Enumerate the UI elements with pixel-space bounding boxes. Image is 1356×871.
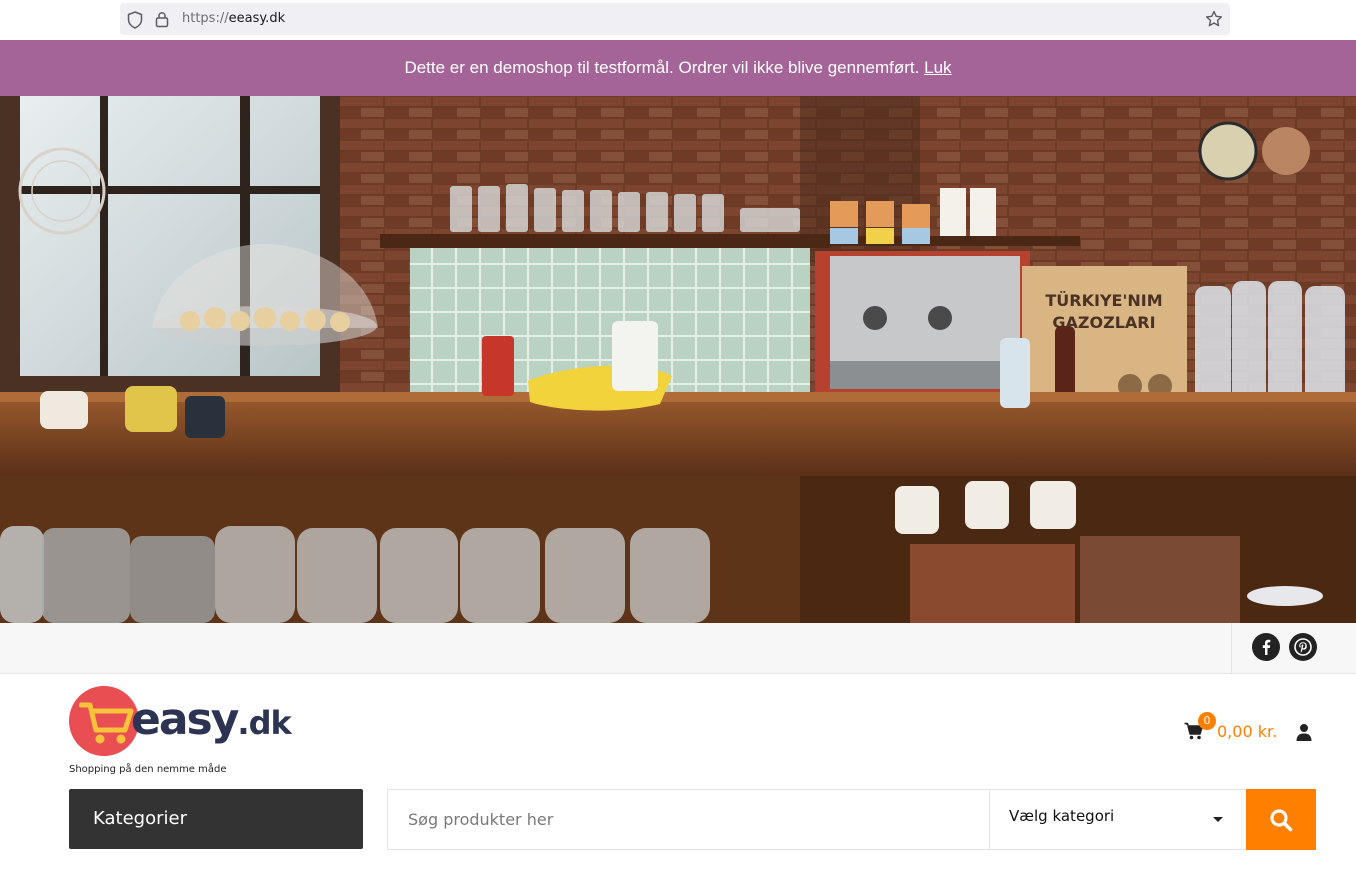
- url-text: https://eeasy.dk: [182, 11, 285, 26]
- shopping-cart-logo-icon: [79, 702, 134, 744]
- cart-total: 0,00 kr.: [1217, 722, 1278, 741]
- search-button[interactable]: [1246, 789, 1316, 850]
- pinterest-icon: [1294, 638, 1312, 656]
- url-protocol: https://: [182, 11, 229, 26]
- account-link[interactable]: [1295, 723, 1313, 745]
- category-select-label: Vælg kategori: [1009, 807, 1115, 825]
- cafe-counter-illustration: TÜRKIYE'NIM GAZOZLARI: [0, 96, 1356, 623]
- facebook-link[interactable]: [1252, 633, 1280, 661]
- category-select[interactable]: Vælg kategori: [989, 790, 1246, 849]
- bookmark-star-icon[interactable]: [1205, 10, 1223, 28]
- logo-main-text: easy: [131, 694, 239, 745]
- hero-banner-image: TÜRKIYE'NIM GAZOZLARI: [0, 96, 1356, 623]
- demo-store-notice: Dette er en demoshop til testformål. Ord…: [0, 40, 1356, 96]
- user-icon: [1296, 724, 1312, 741]
- dismiss-notice-link[interactable]: Luk: [924, 58, 951, 77]
- site-logo[interactable]: easy.dk Shopping på den nemme måde: [69, 686, 299, 778]
- chevron-down-icon: [1213, 817, 1223, 822]
- search-input[interactable]: [388, 790, 988, 849]
- pinterest-link[interactable]: [1289, 633, 1317, 661]
- logo-suffix-text: .dk: [237, 704, 291, 742]
- top-social-bar: [0, 623, 1356, 674]
- url-host: eeasy.dk: [228, 11, 286, 26]
- categories-button[interactable]: Kategorier: [69, 789, 363, 849]
- browser-toolbar: https://eeasy.dk: [0, 0, 1356, 41]
- notice-text: Dette er en demoshop til testformål. Ord…: [404, 58, 920, 77]
- topbar-divider: [1231, 623, 1232, 673]
- jar-label-line1: TÜRKIYE'NIM: [1045, 291, 1162, 310]
- facebook-icon: [1262, 639, 1271, 655]
- shield-icon[interactable]: [127, 11, 143, 29]
- logo-wordmark: easy.dk: [131, 690, 292, 753]
- address-bar[interactable]: https://eeasy.dk: [120, 3, 1230, 35]
- product-search-form: Vælg kategori: [387, 789, 1316, 850]
- cart-count-badge: 0: [1198, 712, 1216, 730]
- lock-icon[interactable]: [155, 10, 169, 28]
- search-icon: [1270, 808, 1293, 831]
- logo-tagline: Shopping på den nemme måde: [69, 764, 227, 775]
